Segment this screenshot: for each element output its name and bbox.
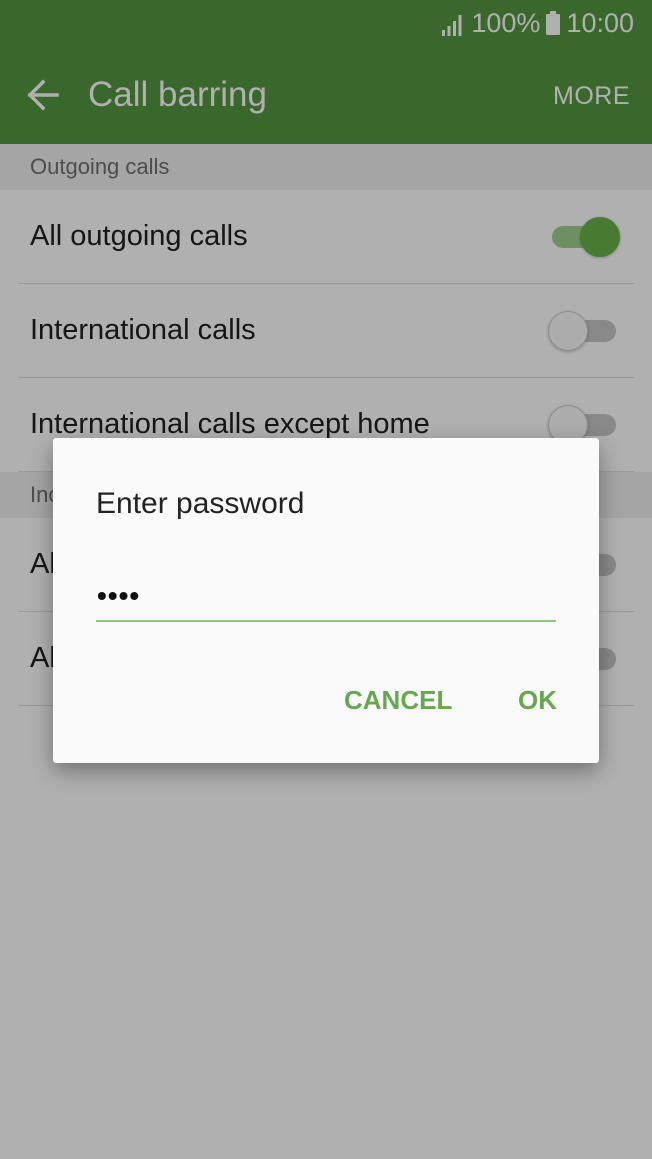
password-value: •••• (97, 580, 141, 611)
cancel-button[interactable]: CANCEL (344, 684, 452, 716)
password-field[interactable] (96, 572, 556, 622)
dialog-title: Enter password (96, 487, 305, 520)
ok-button[interactable]: OK (518, 684, 557, 716)
password-dialog: Enter password •••• CANCEL OK (53, 438, 599, 763)
